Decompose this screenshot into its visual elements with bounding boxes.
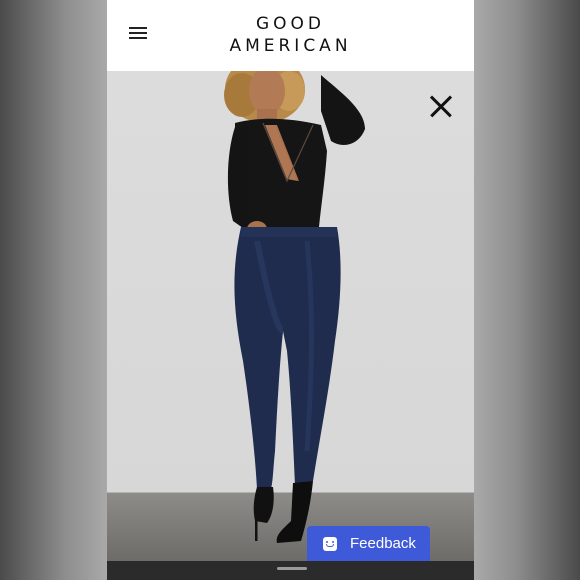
home-indicator[interactable] [277, 567, 307, 570]
model-photo [224, 71, 365, 543]
blurred-background-left [0, 0, 107, 580]
feedback-button[interactable]: Feedback [307, 526, 430, 561]
phone-screen: GOOD AMERICAN Feedback [107, 0, 474, 580]
product-image [107, 71, 474, 561]
bottom-bar [107, 561, 474, 580]
blurred-background-right [474, 0, 580, 580]
smiley-face-icon [323, 536, 337, 551]
site-header: GOOD AMERICAN [107, 0, 474, 71]
feedback-label: Feedback [350, 535, 416, 552]
brand-logo-line-1: GOOD [255, 14, 326, 34]
close-icon[interactable] [429, 94, 453, 118]
brand-logo[interactable]: GOOD AMERICAN [107, 13, 474, 57]
brand-logo-line-2: AMERICAN [229, 36, 352, 56]
